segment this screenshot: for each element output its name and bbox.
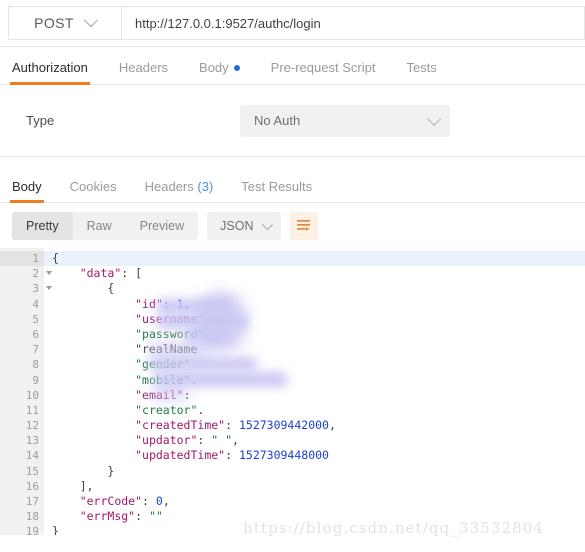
tab-pre-request-script-label: Pre-request Script [270,60,376,75]
response-tab-bar: Body Cookies Headers (3) Test Results [0,171,585,203]
tab-headers-label: Headers [118,60,169,75]
response-format-toolbar: Pretty Raw Preview JSON [0,203,585,248]
line-number: 1 [0,251,52,267]
code-line: "createdTime": 1527309442000, [135,418,336,433]
line-number-gutter: 1 2 3 4 5 6 7 8 9 10 11 12 13 14 15 16 17 18 19 [0,248,52,535]
line-number: 16 [25,479,39,493]
view-mode-group: Pretty Raw Preview [12,211,199,240]
code-line: ], [52,478,94,493]
code-line: "username": [135,311,219,326]
code-line: "creator". [135,402,205,417]
line-number: 12 [25,419,39,433]
request-tab-bar: Authorization Headers Body Pre-request S… [0,47,585,85]
line-number: 9 [32,373,39,387]
auth-type-label: Type [26,113,55,128]
response-language-select[interactable]: JSON [207,211,282,240]
response-tab-body-label: Body [12,179,42,194]
watermark-text: https://blog.csdn.net/qq_33532804 [243,519,545,537]
chevron-down-icon [83,13,98,28]
view-mode-preview-label: Preview [139,218,185,233]
code-line: "mobile". [135,372,198,387]
line-number: 4 [32,297,39,311]
line-number: 10 [25,388,39,402]
tab-authorization[interactable]: Authorization [10,60,90,85]
tab-authorization-label: Authorization [12,60,88,75]
response-tab-cookies[interactable]: Cookies [70,179,117,202]
tab-body[interactable]: Body [199,60,240,84]
line-number: 11 [25,403,39,417]
auth-type-value: No Auth [254,113,301,128]
code-line: "updatedTime": 1527309448000 [135,448,329,463]
response-body-code-view[interactable]: 1 2 3 4 5 6 7 8 9 10 11 12 13 14 15 16 17 18 19 { "data": … [0,248,585,535]
body-modified-dot-icon [233,64,240,71]
code-line: } [52,463,115,478]
view-mode-pretty[interactable]: Pretty [12,211,73,240]
line-number: 6 [32,327,39,341]
code-line: "password" [135,326,205,341]
line-number: 17 [25,495,39,508]
request-url-bar: POST http://127.0.0.1:9527/authc/login [0,0,585,47]
tab-headers[interactable]: Headers [119,60,168,84]
chevron-down-icon [262,218,274,230]
line-number: 13 [25,434,39,448]
line-number: 19 [25,525,39,535]
response-tab-test-results-label: Test Results [241,179,313,194]
response-headers-count-badge: (3) [197,179,214,194]
view-mode-pretty-label: Pretty [26,218,59,233]
code-line: "updator": " ", [135,433,239,448]
code-line: "data": [ [79,266,143,281]
line-number: 8 [32,358,39,372]
format-wrap-icon [297,219,311,231]
line-number: 14 [25,449,39,463]
code-line: "errCode": 0, [79,494,170,508]
view-mode-raw[interactable]: Raw [73,212,126,240]
response-tab-headers-label: Headers [144,179,194,194]
url-text: http://127.0.0.1:9527/authc/login [135,15,321,31]
http-method-selector[interactable]: POST [8,6,121,40]
tab-tests[interactable]: Tests [406,60,436,84]
authorization-panel: Type No Auth [0,85,585,157]
response-tab-test-results[interactable]: Test Results [241,179,312,202]
response-language-value: JSON [220,218,254,233]
response-tab-cookies-label: Cookies [69,179,117,194]
auth-type-select[interactable]: No Auth [240,104,450,137]
code-line: "realName [52,342,198,357]
code-line: "id": 1, [135,296,191,311]
response-tab-headers[interactable]: Headers (3) [145,179,214,202]
http-method-label: POST [34,15,74,31]
url-input[interactable]: http://127.0.0.1:9527/authc/login [121,6,585,40]
code-line: { [44,251,585,267]
line-number: 2 [0,266,52,281]
line-number: 5 [32,312,39,326]
code-lines[interactable]: { "data": [ { "id": 1, "username": "pass… [44,248,585,535]
code-line: "email": [135,387,198,402]
tab-tests-label: Tests [406,60,437,75]
line-number: 7 [32,343,39,357]
view-mode-raw-label: Raw [86,218,112,233]
chevron-down-icon [427,111,442,126]
code-line: { [52,281,115,296]
line-number: 3 [0,281,52,296]
code-line: "gender" [135,357,191,372]
line-number: 18 [25,510,39,524]
tab-body-label: Body [199,60,229,75]
beautify-button[interactable] [290,211,319,240]
tab-pre-request-script[interactable]: Pre-request Script [271,60,376,84]
response-tab-body[interactable]: Body [10,179,44,203]
view-mode-preview[interactable]: Preview [126,212,198,240]
line-number: 15 [25,464,39,478]
panel-divider [0,157,585,171]
